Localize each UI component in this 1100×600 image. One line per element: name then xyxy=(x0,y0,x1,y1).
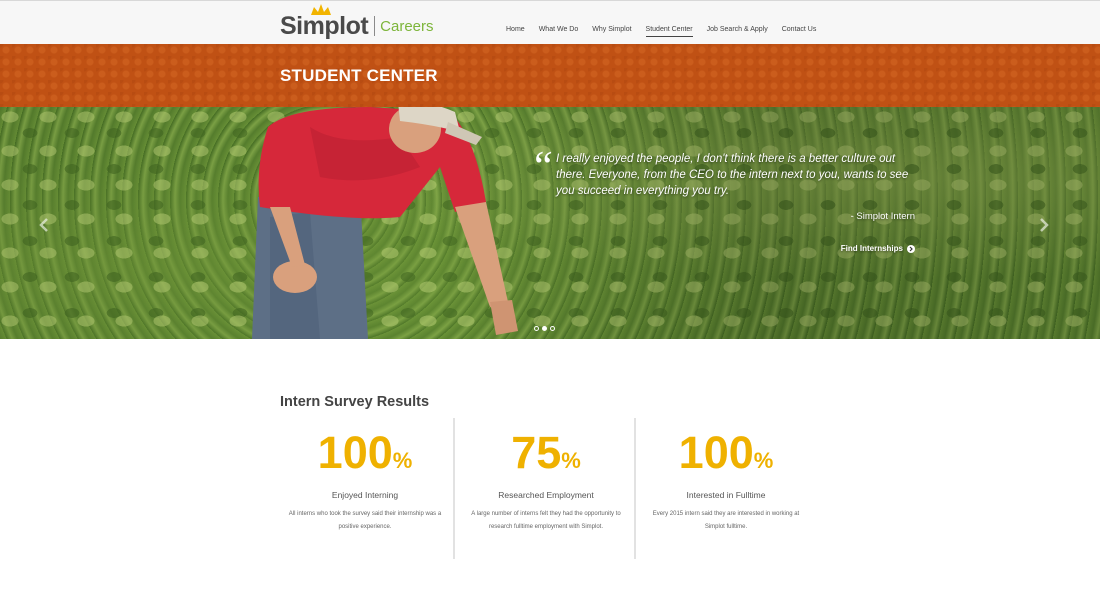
logo-careers: Careers xyxy=(380,18,434,35)
carousel-indicators xyxy=(534,326,555,331)
carousel-dot-3[interactable] xyxy=(550,326,555,331)
main-nav: Home What We Do Why Simplot Student Cent… xyxy=(506,25,816,37)
stat-card-enjoyed: 100% Enjoyed Interning All interns who t… xyxy=(280,430,450,534)
logo-crown-icon xyxy=(311,4,331,15)
carousel-dot-1[interactable] xyxy=(534,326,539,331)
testimonial-quote: “ I really enjoyed the people, I don't t… xyxy=(530,146,925,253)
nav-what-we-do[interactable]: What We Do xyxy=(539,25,579,37)
stat-value: 75% xyxy=(511,427,581,478)
simplot-careers-logo[interactable]: Simplot Careers xyxy=(280,4,434,41)
intern-photo xyxy=(252,107,518,339)
nav-home[interactable]: Home xyxy=(506,25,525,37)
stat-divider xyxy=(453,418,455,559)
quote-attribution: - Simplot Intern xyxy=(850,211,915,222)
stat-label: Interested in Fulltime xyxy=(686,490,766,500)
nav-student-center[interactable]: Student Center xyxy=(645,25,693,37)
logo-wordmark: Simplot xyxy=(280,4,369,41)
logo-separator xyxy=(374,16,376,36)
hero-carousel: “ I really enjoyed the people, I don't t… xyxy=(0,107,1100,339)
nav-contact-us[interactable]: Contact Us xyxy=(782,25,817,37)
carousel-prev-arrow[interactable] xyxy=(38,217,50,238)
title-band: STUDENT CENTER xyxy=(0,44,1100,107)
stat-label: Researched Employment xyxy=(498,490,594,500)
stat-description: Every 2015 intern said they are interest… xyxy=(652,511,800,530)
find-internships-label: Find Internships xyxy=(840,244,903,253)
chevron-left-icon xyxy=(39,218,48,232)
page-title: STUDENT CENTER xyxy=(280,66,438,85)
stat-description: A large number of interns felt they had … xyxy=(471,511,621,530)
logo-name: Simplot xyxy=(280,12,369,40)
stat-card-researched: 75% Researched Employment A large number… xyxy=(461,430,631,534)
carousel-next-arrow[interactable] xyxy=(1038,217,1050,238)
stat-value: 100% xyxy=(317,427,413,478)
stat-description: All interns who took the survey said the… xyxy=(288,511,442,530)
section-title: Intern Survey Results xyxy=(280,394,430,410)
nav-job-search-apply[interactable]: Job Search & Apply xyxy=(707,25,768,37)
arrow-circle-icon xyxy=(907,244,915,253)
stat-value: 100% xyxy=(678,427,774,478)
quote-mark-icon: “ xyxy=(530,144,554,190)
quote-text: I really enjoyed the people, I don't thi… xyxy=(556,153,909,197)
stat-label: Enjoyed Interning xyxy=(331,490,399,500)
nav-why-simplot[interactable]: Why Simplot xyxy=(592,25,631,37)
site-header: Simplot Careers Home What We Do Why Simp… xyxy=(0,0,1100,44)
carousel-dot-2[interactable] xyxy=(542,326,547,331)
stat-divider xyxy=(634,418,636,559)
stat-card-interested: 100% Interested in Fulltime Every 2015 i… xyxy=(641,430,811,534)
chevron-right-icon xyxy=(1040,218,1049,232)
find-internships-link[interactable]: Find Internships xyxy=(841,244,915,253)
